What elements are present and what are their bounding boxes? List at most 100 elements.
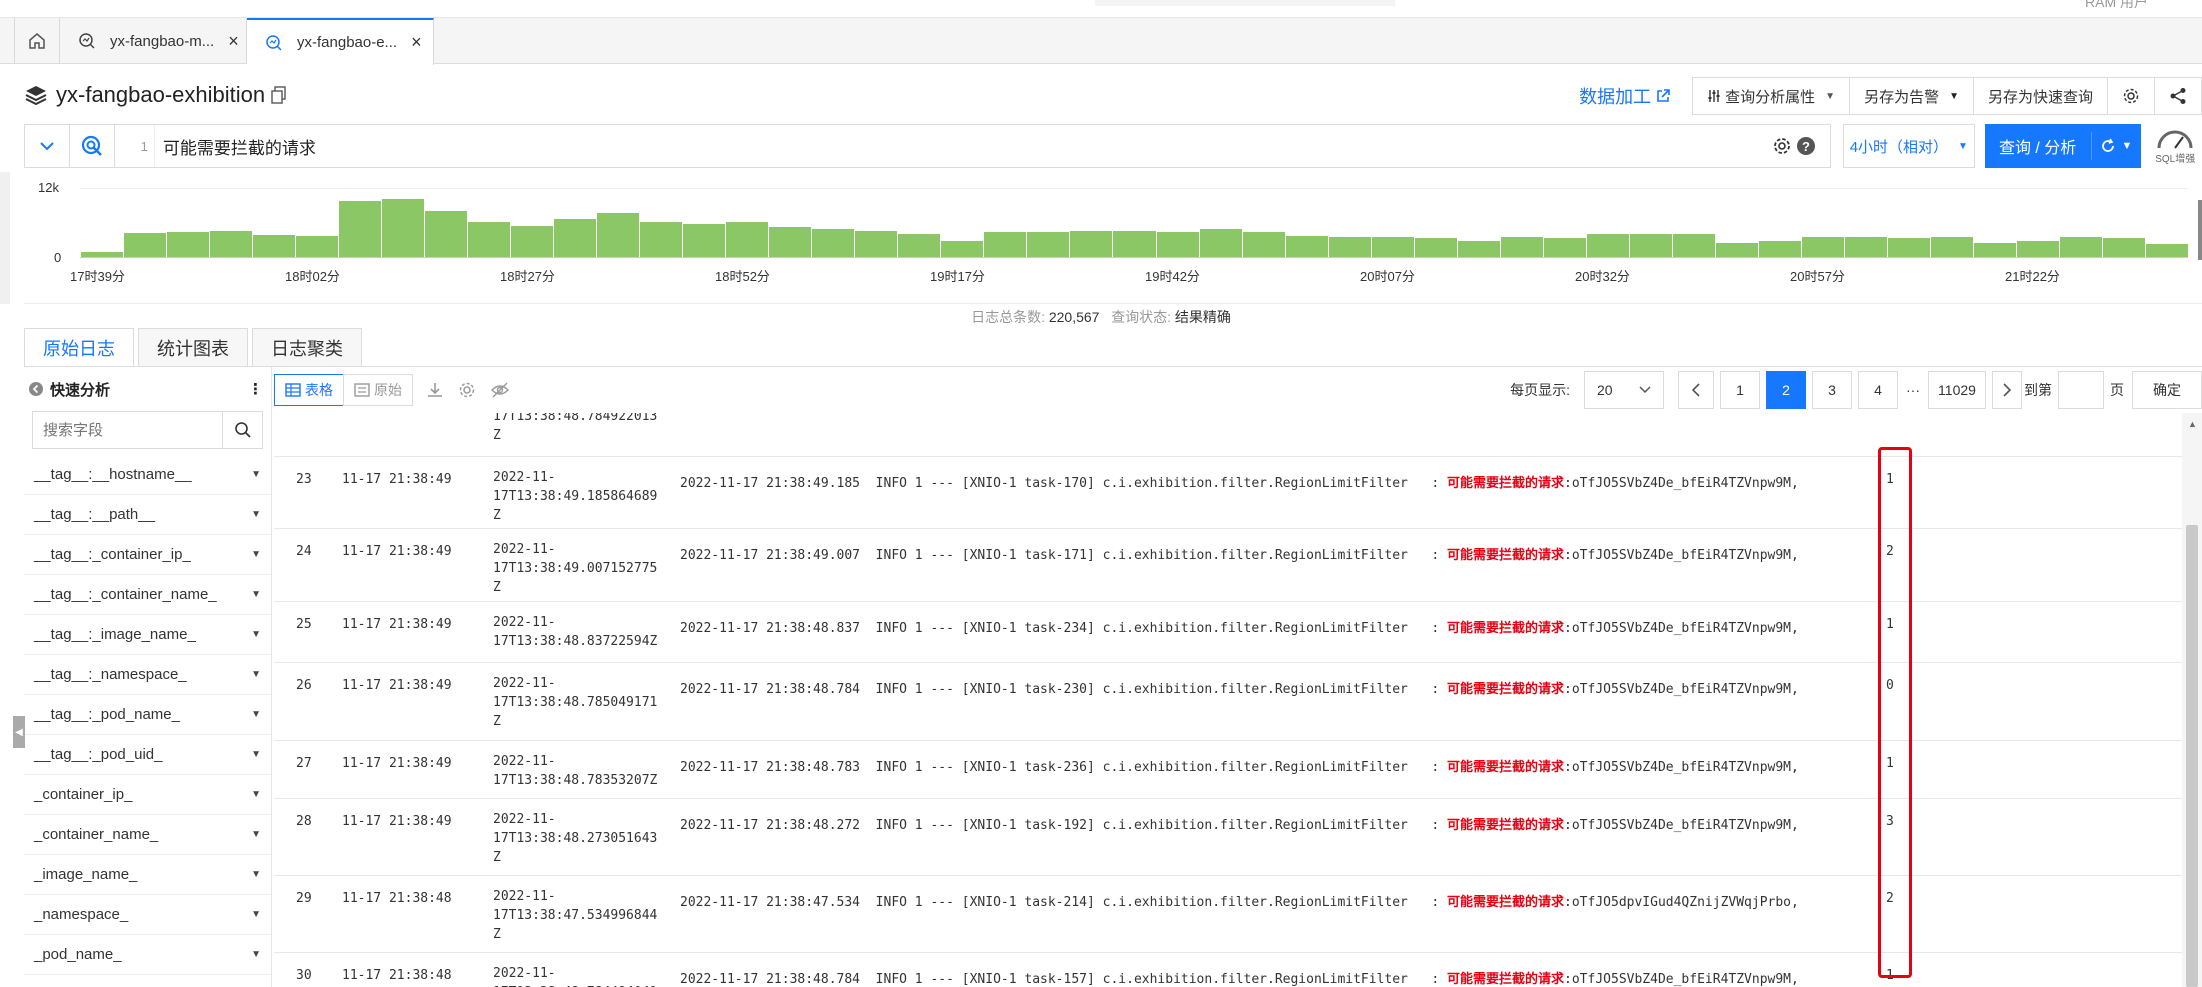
page-ellipsis[interactable]: ··· [1906, 382, 1920, 398]
close-icon[interactable]: × [228, 31, 239, 52]
collapse-circle-icon[interactable] [28, 381, 44, 397]
histogram-bar[interactable] [1929, 236, 1973, 257]
time-range-picker[interactable]: 4小时（相对） ▼ [1842, 124, 1975, 168]
histogram-bar[interactable] [209, 231, 253, 257]
histogram-bar[interactable] [940, 241, 984, 257]
caret-down-icon[interactable]: ▼ [251, 509, 261, 520]
caret-down-icon[interactable]: ▼ [251, 589, 261, 600]
histogram-bar[interactable] [1585, 234, 1629, 257]
log-message[interactable]: 2022-11-17 21:38:48.837 INFO 1 --- [XNIO… [680, 617, 1799, 636]
field-item[interactable]: __tag__:_container_name_ ▼ [24, 575, 271, 615]
histogram-bar[interactable] [80, 251, 124, 257]
scroll-up-icon[interactable]: ▲ [2188, 419, 2197, 429]
histogram-bar[interactable] [166, 232, 210, 257]
histogram-bar[interactable] [1370, 236, 1414, 257]
tab-logstore-m[interactable]: yx-fangbao-m... × [60, 18, 247, 64]
histogram-bar[interactable] [252, 235, 296, 257]
field-item[interactable]: _image_name_ ▼ [24, 855, 271, 895]
run-query-button[interactable]: 查询 / 分析 ▼ [1984, 124, 2141, 168]
log-highlight-keyword[interactable]: 可能需要拦截的请求 [1447, 548, 1564, 563]
log-highlight-keyword[interactable]: 可能需要拦截的请求 [1447, 621, 1564, 636]
histogram-bar[interactable] [2015, 241, 2059, 257]
log-message[interactable]: 2022-11-17 21:38:47.534 INFO 1 --- [XNIO… [680, 891, 1799, 910]
log-highlight-keyword[interactable]: 可能需要拦截的请求 [1447, 760, 1564, 775]
log-highlight-keyword[interactable]: 可能需要拦截的请求 [1447, 818, 1564, 833]
histogram-bar[interactable] [1456, 241, 1500, 257]
histogram-bar[interactable] [510, 225, 554, 257]
histogram-bar[interactable] [983, 231, 1027, 257]
log-message[interactable]: 2022-11-17 21:38:48.272 INFO 1 --- [XNIO… [680, 814, 1799, 833]
caret-down-icon[interactable]: ▼ [251, 789, 261, 800]
search-button[interactable] [222, 412, 262, 448]
histogram-bar[interactable] [596, 212, 640, 257]
scrollbar-thumb[interactable] [2186, 525, 2198, 987]
histogram-bar[interactable] [2144, 243, 2188, 257]
field-item[interactable]: _container_ip_ ▼ [24, 775, 271, 815]
caret-down-icon[interactable]: ▼ [251, 829, 261, 840]
log-message[interactable]: 2022-11-17 21:38:49.185 INFO 1 --- [XNIO… [680, 472, 1799, 491]
save-quick-query-button[interactable]: 另存为快速查询 [1972, 77, 2108, 115]
field-item[interactable]: __tag__:__path__ ▼ [24, 495, 271, 535]
help-icon[interactable]: ? [1796, 136, 1816, 156]
field-item[interactable]: __tag__:_pod_uid_ ▼ [24, 735, 271, 775]
histogram-bars[interactable] [80, 186, 2188, 258]
share-button[interactable] [2154, 77, 2202, 115]
histogram-bar[interactable] [1026, 232, 1070, 257]
caret-down-icon[interactable]: ▼ [251, 549, 261, 560]
histogram-bar[interactable] [811, 229, 855, 257]
refresh-dropdown[interactable]: ▼ [2090, 132, 2141, 160]
histogram-bar[interactable] [2101, 237, 2145, 257]
log-message[interactable]: 2022-11-17 21:38:48.784 INFO 1 --- [XNIO… [680, 678, 1799, 697]
histogram-bar[interactable] [553, 219, 597, 257]
caret-down-icon[interactable]: ▼ [251, 909, 261, 920]
confirm-goto-button[interactable]: 确定 [2132, 371, 2202, 409]
histogram-bar[interactable] [682, 224, 726, 257]
sql-enhance-toggle[interactable]: SQL增强 [2149, 124, 2202, 168]
histogram-bar[interactable] [381, 199, 425, 257]
log-message[interactable]: 2022-11-17 21:38:48.783 INFO 1 --- [XNIO… [680, 756, 1799, 775]
caret-down-icon[interactable]: ▼ [251, 469, 261, 480]
right-edge-handle[interactable] [2198, 200, 2202, 260]
histogram-bar[interactable] [854, 231, 898, 257]
caret-down-icon[interactable]: ▼ [251, 709, 261, 720]
histogram-bar[interactable] [639, 221, 683, 257]
home-tab[interactable] [14, 18, 60, 64]
field-item[interactable]: __tag__:_namespace_ ▼ [24, 655, 271, 695]
histogram-bar[interactable] [1155, 232, 1199, 257]
tab-raw-logs[interactable]: 原始日志 [24, 328, 134, 366]
eye-hidden-icon[interactable] [490, 381, 510, 399]
settings-button[interactable] [2107, 77, 2155, 115]
histogram-bar[interactable] [424, 211, 468, 257]
field-item[interactable]: __tag__:_image_name_ ▼ [24, 615, 271, 655]
caret-down-icon[interactable]: ▼ [251, 949, 261, 960]
field-item[interactable]: _pod_name_ ▼ [24, 935, 271, 975]
gear-icon[interactable] [1772, 136, 1792, 156]
histogram-bar[interactable] [123, 233, 167, 257]
page-1-button[interactable]: 1 [1720, 371, 1760, 409]
field-search-input[interactable] [33, 412, 222, 448]
tab-logstore-e[interactable]: yx-fangbao-e... × [247, 18, 434, 65]
close-icon[interactable]: × [411, 32, 422, 53]
data-process-link[interactable]: 数据加工 [1579, 83, 1671, 109]
tab-log-clustering[interactable]: 日志聚类 [252, 328, 362, 366]
log-highlight-keyword[interactable]: 可能需要拦截的请求 [1447, 682, 1564, 697]
log-highlight-keyword[interactable]: 可能需要拦截的请求 [1447, 972, 1564, 987]
histogram-bar[interactable] [1628, 234, 1672, 257]
log-highlight-keyword[interactable]: 可能需要拦截的请求 [1447, 895, 1564, 910]
copilot-button[interactable] [68, 124, 115, 168]
histogram-bar[interactable] [1886, 237, 1930, 257]
histogram-bar[interactable] [1241, 232, 1285, 257]
prev-page-button[interactable] [1678, 371, 1714, 409]
caret-down-icon[interactable]: ▼ [251, 749, 261, 760]
vertical-scrollbar[interactable]: ▲ [2182, 413, 2202, 987]
ram-user-label[interactable]: RAM 用户 [2085, 0, 2148, 12]
table-view-button[interactable]: 表格 [274, 374, 344, 406]
log-message[interactable]: 2022-11-17 21:38:49.007 INFO 1 --- [XNIO… [680, 544, 1799, 563]
collapse-sidebar-handle[interactable]: ◀ [13, 716, 25, 748]
more-icon[interactable]: ⋮ [248, 380, 263, 398]
histogram-bar[interactable] [1757, 240, 1801, 257]
field-item[interactable]: _namespace_ ▼ [24, 895, 271, 935]
query-input[interactable]: 1 可能需要拦截的请求 ? [113, 124, 1831, 168]
download-icon[interactable] [426, 381, 444, 399]
histogram-bar[interactable] [1714, 243, 1758, 257]
